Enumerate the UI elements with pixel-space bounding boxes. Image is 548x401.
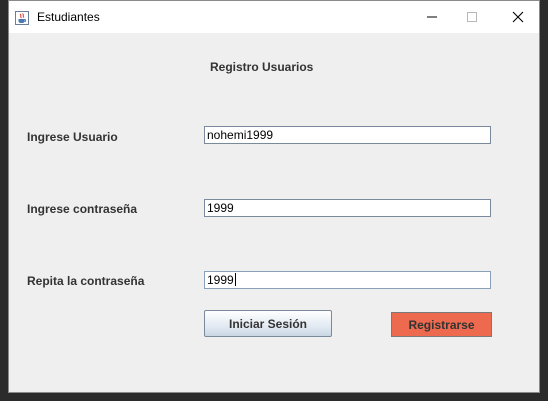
java-icon bbox=[15, 10, 29, 25]
password-value: 1999 bbox=[207, 201, 234, 215]
close-icon bbox=[512, 8, 524, 27]
title-bar[interactable]: Estudiantes bbox=[9, 1, 539, 33]
repeat-password-value: 1999 bbox=[207, 273, 234, 287]
close-button[interactable] bbox=[495, 1, 541, 33]
register-button[interactable]: Registrarse bbox=[391, 312, 492, 337]
password-label: Ingrese contraseña bbox=[27, 202, 138, 216]
repeat-password-label: Repita la contraseña bbox=[27, 274, 145, 288]
username-label: Ingrese Usuario bbox=[27, 130, 118, 144]
window-title: Estudiantes bbox=[37, 10, 100, 24]
maximize-icon bbox=[466, 8, 478, 27]
username-input[interactable]: nohemi1999 bbox=[204, 126, 491, 144]
maximize-button[interactable] bbox=[449, 1, 495, 33]
password-input[interactable]: 1999 bbox=[204, 199, 491, 217]
page-title: Registro Usuarios bbox=[210, 60, 314, 74]
minimize-icon bbox=[426, 8, 438, 27]
username-value: nohemi1999 bbox=[207, 128, 274, 142]
text-caret bbox=[234, 273, 236, 286]
estudiantes-window: Estudiantes Registro Usuarios Ingrese Us… bbox=[8, 0, 540, 393]
repeat-password-input[interactable]: 1999 bbox=[204, 271, 491, 289]
login-button[interactable]: Iniciar Sesión bbox=[204, 310, 332, 337]
form-panel: Registro Usuarios Ingrese Usuario nohemi… bbox=[9, 33, 539, 392]
